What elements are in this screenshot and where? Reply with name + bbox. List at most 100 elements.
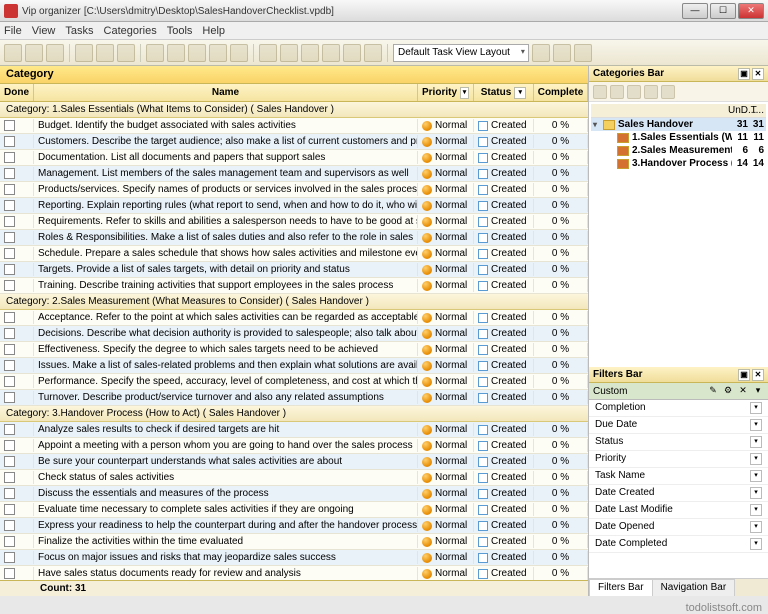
checkbox[interactable] (4, 360, 15, 371)
filter-tool-icon[interactable]: ✕ (737, 385, 749, 397)
task-row[interactable]: Effectiveness. Specify the degree to whi… (0, 342, 588, 358)
task-row[interactable]: Products/services. Specify names of prod… (0, 182, 588, 198)
filter-row[interactable]: Status▾ (589, 434, 768, 451)
checkbox[interactable] (4, 232, 15, 243)
minimize-button[interactable]: — (682, 3, 708, 19)
toolbar-btn[interactable] (209, 44, 227, 62)
tree-item[interactable]: 1.Sales Essentials (What Ite1111 (591, 131, 766, 144)
task-grid[interactable]: Category: 1.Sales Essentials (What Items… (0, 102, 588, 580)
tree-item[interactable]: 3.Handover Process (How to1414 (591, 157, 766, 170)
checkbox[interactable] (4, 520, 15, 531)
menu-view[interactable]: View (32, 25, 56, 37)
pane-close-icon[interactable]: ✕ (752, 68, 764, 80)
mini-btn[interactable] (610, 85, 624, 99)
layout-dropdown[interactable]: Default Task View Layout (393, 44, 529, 62)
checkbox[interactable] (4, 120, 15, 131)
dropdown-icon[interactable]: ▾ (750, 470, 762, 482)
menu-categories[interactable]: Categories (104, 25, 157, 37)
dropdown-icon[interactable]: ▾ (750, 402, 762, 414)
pane-pin-icon[interactable]: ▣ (738, 68, 750, 80)
checkbox[interactable] (4, 568, 15, 579)
toolbar-btn[interactable] (322, 44, 340, 62)
col-status[interactable]: Status▾ (474, 84, 534, 101)
toolbar-btn[interactable] (301, 44, 319, 62)
tab-filters[interactable]: Filters Bar (589, 579, 653, 596)
task-row[interactable]: Analyze sales results to check if desire… (0, 422, 588, 438)
task-row[interactable]: Issues. Make a list of sales-related pro… (0, 358, 588, 374)
task-row[interactable]: Be sure your counterpart understands wha… (0, 454, 588, 470)
pane-close-icon[interactable]: ✕ (752, 369, 764, 381)
checkbox[interactable] (4, 392, 15, 403)
checkbox[interactable] (4, 504, 15, 515)
dropdown-icon[interactable]: ▾ (750, 521, 762, 533)
task-row[interactable]: Performance. Specify the speed, accuracy… (0, 374, 588, 390)
col-done[interactable]: Done (0, 84, 34, 101)
filter-custom-row[interactable]: Custom ✎⚙✕▾ (589, 383, 768, 400)
filter-tool-icon[interactable]: ⚙ (722, 385, 734, 397)
dropdown-icon[interactable]: ▾ (750, 504, 762, 516)
task-row[interactable]: Check status of sales activitiesNormalCr… (0, 470, 588, 486)
task-row[interactable]: Reporting. Explain reporting rules (what… (0, 198, 588, 214)
filter-row[interactable]: Task Name▾ (589, 468, 768, 485)
dropdown-icon[interactable]: ▾ (750, 419, 762, 431)
checkbox[interactable] (4, 456, 15, 467)
pane-pin-icon[interactable]: ▣ (738, 369, 750, 381)
checkbox[interactable] (4, 328, 15, 339)
menu-tasks[interactable]: Tasks (65, 25, 93, 37)
filter-row[interactable]: Date Opened▾ (589, 519, 768, 536)
toolbar-btn[interactable] (167, 44, 185, 62)
menu-tools[interactable]: Tools (167, 25, 193, 37)
task-row[interactable]: Budget. Identify the budget associated w… (0, 118, 588, 134)
task-row[interactable]: Decisions. Describe what decision author… (0, 326, 588, 342)
toolbar-btn[interactable] (46, 44, 64, 62)
task-row[interactable]: Focus on major issues and risks that may… (0, 550, 588, 566)
task-row[interactable]: Acceptance. Refer to the point at which … (0, 310, 588, 326)
task-row[interactable]: Discuss the essentials and measures of t… (0, 486, 588, 502)
close-button[interactable]: ✕ (738, 3, 764, 19)
checkbox[interactable] (4, 152, 15, 163)
checkbox[interactable] (4, 168, 15, 179)
toolbar-btn[interactable] (25, 44, 43, 62)
filter-row[interactable]: Completion▾ (589, 400, 768, 417)
filter-row[interactable]: Due Date▾ (589, 417, 768, 434)
menu-file[interactable]: File (4, 25, 22, 37)
category-tree[interactable]: UnD...T... ▾Sales Handover31311.Sales Es… (589, 102, 768, 172)
menu-help[interactable]: Help (202, 25, 225, 37)
checkbox[interactable] (4, 264, 15, 275)
checkbox[interactable] (4, 376, 15, 387)
col-priority[interactable]: Priority▾ (418, 84, 474, 101)
filter-icon[interactable]: ▾ (460, 87, 469, 99)
tab-navigation[interactable]: Navigation Bar (652, 579, 736, 596)
toolbar-btn[interactable] (532, 44, 550, 62)
filter-row[interactable]: Date Created▾ (589, 485, 768, 502)
toolbar-btn[interactable] (280, 44, 298, 62)
toolbar-btn[interactable] (146, 44, 164, 62)
checkbox[interactable] (4, 488, 15, 499)
task-row[interactable]: Express your readiness to help the count… (0, 518, 588, 534)
toolbar-btn[interactable] (230, 44, 248, 62)
dropdown-icon[interactable]: ▾ (750, 487, 762, 499)
dropdown-icon[interactable]: ▾ (750, 538, 762, 550)
mini-btn[interactable] (593, 85, 607, 99)
task-row[interactable]: Requirements. Refer to skills and abilit… (0, 214, 588, 230)
tree-item[interactable]: ▾Sales Handover3131 (591, 118, 766, 131)
task-row[interactable]: Turnover. Describe product/service turno… (0, 390, 588, 406)
task-row[interactable]: Evaluate time necessary to complete sale… (0, 502, 588, 518)
col-name[interactable]: Name (34, 84, 418, 101)
checkbox[interactable] (4, 136, 15, 147)
checkbox[interactable] (4, 536, 15, 547)
toolbar-btn[interactable] (553, 44, 571, 62)
filter-row[interactable]: Date Last Modifie▾ (589, 502, 768, 519)
checkbox[interactable] (4, 184, 15, 195)
toolbar-btn[interactable] (574, 44, 592, 62)
col-complete[interactable]: Complete (534, 84, 588, 101)
task-row[interactable]: Training. Describe training activities t… (0, 278, 588, 294)
task-row[interactable]: Documentation. List all documents and pa… (0, 150, 588, 166)
toolbar-btn[interactable] (259, 44, 277, 62)
group-header[interactable]: Category: 1.Sales Essentials (What Items… (0, 102, 588, 118)
task-row[interactable]: Finalize the activities within the time … (0, 534, 588, 550)
toolbar-btn[interactable] (96, 44, 114, 62)
toolbar-btn[interactable] (343, 44, 361, 62)
mini-btn[interactable] (661, 85, 675, 99)
mini-btn[interactable] (627, 85, 641, 99)
